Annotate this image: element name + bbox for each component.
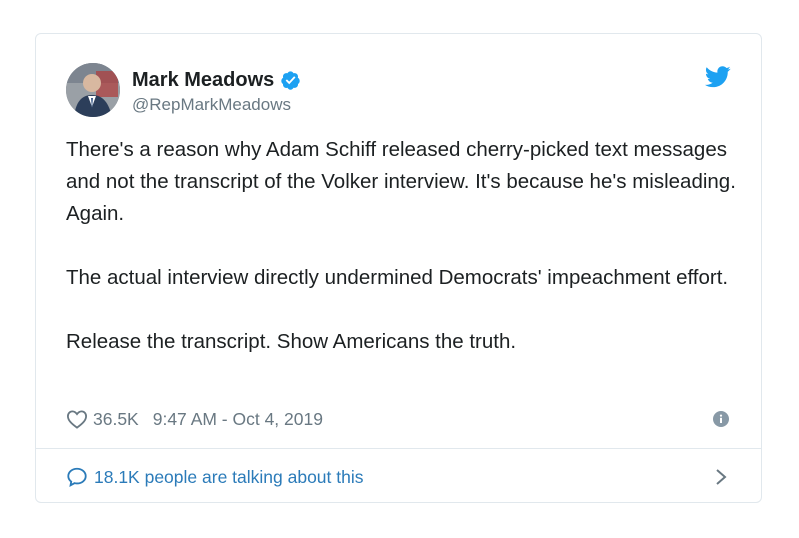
avatar[interactable] xyxy=(66,63,120,117)
speech-bubble-icon xyxy=(66,466,88,488)
display-name-row: Mark Meadows xyxy=(132,68,301,92)
twitter-bird-icon[interactable] xyxy=(704,66,731,88)
display-name[interactable]: Mark Meadows xyxy=(132,68,274,92)
talking-about-text[interactable]: 18.1K people are talking about this xyxy=(94,467,364,488)
tweet-paragraph: The actual interview directly undermined… xyxy=(66,266,729,289)
tweet-paragraph: Release the transcript. Show Americans t… xyxy=(66,330,517,353)
divider xyxy=(36,448,761,449)
tweet-text: There's a reason why Adam Schiff release… xyxy=(66,134,736,390)
tweet-paragraph: There's a reason why Adam Schiff release… xyxy=(66,138,736,225)
info-icon[interactable] xyxy=(713,411,729,427)
heart-icon[interactable] xyxy=(66,409,88,429)
tweet-meta: 36.5K 9:47 AM - Oct 4, 2019 xyxy=(66,407,731,431)
author-handle[interactable]: @RepMarkMeadows xyxy=(132,95,301,115)
chevron-right-icon[interactable] xyxy=(715,468,727,486)
verified-badge-icon xyxy=(280,70,301,91)
tweet-card: Mark Meadows @RepMarkMeadows There's a r… xyxy=(35,33,762,503)
like-count[interactable]: 36.5K xyxy=(93,409,139,430)
tweet-timestamp[interactable]: 9:47 AM - Oct 4, 2019 xyxy=(153,409,323,430)
tweet-header: Mark Meadows @RepMarkMeadows xyxy=(66,63,731,119)
author-names: Mark Meadows @RepMarkMeadows xyxy=(132,68,301,115)
conversation-link[interactable]: 18.1K people are talking about this xyxy=(66,464,731,490)
